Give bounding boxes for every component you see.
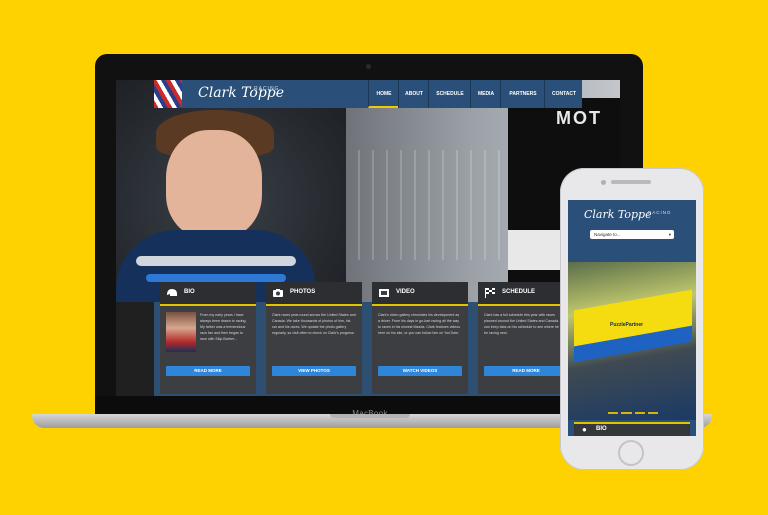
bio-driver-thumbnail: [166, 312, 196, 352]
card-title: SCHEDULE: [502, 289, 536, 295]
card-bio: BIO From my early years I have always be…: [160, 282, 256, 394]
driver-face: [166, 130, 262, 238]
card-text: Clark has a full schedule this year with…: [484, 313, 567, 335]
phone-camera: [601, 180, 606, 185]
car-sponsor-label: PuzzlePartner: [610, 322, 644, 328]
nav-about[interactable]: ABOUT: [398, 80, 429, 108]
slider-dot[interactable]: [608, 412, 619, 414]
chevron-down-icon: ▾: [668, 232, 671, 237]
watch-videos-button[interactable]: WATCH VIDEOS: [378, 366, 462, 376]
checkered-flag-icon: [484, 287, 496, 299]
card-text: Clark's video gallery chronicles his dev…: [378, 313, 461, 335]
nav-contact[interactable]: CONTACT: [544, 80, 583, 108]
mobile-card-bio: [574, 422, 690, 436]
video-icon: [378, 287, 390, 299]
card-text: From my early years I have always been d…: [200, 313, 247, 341]
card-title: VIDEO: [396, 289, 415, 295]
schedule-read-more-button[interactable]: READ MORE: [484, 366, 568, 376]
card-title: PHOTOS: [290, 289, 316, 295]
slider-dot[interactable]: [634, 412, 645, 414]
card-title: BIO: [184, 289, 195, 295]
flag-icon: [154, 80, 182, 108]
phone-screen: Clark Toppe RACING Navigate to... ▾ Puzz…: [568, 200, 696, 436]
mobile-logo-tag: RACING: [648, 210, 672, 215]
cards-left-gutter: [116, 302, 154, 396]
navigate-select-value: Navigate to...: [594, 232, 621, 237]
hero-fence: [316, 150, 536, 260]
camera-icon: [272, 287, 284, 299]
suit-stripe: [136, 256, 296, 266]
site-logo-tag: RACING: [254, 86, 280, 92]
hero-car-sign: MOT: [556, 108, 602, 128]
mobile-card-title: BIO: [596, 426, 607, 432]
card-video: VIDEO Clark's video gallery chronicles h…: [372, 282, 468, 394]
helmet-icon: ●: [582, 425, 587, 434]
nav-media[interactable]: MEDIA: [470, 80, 501, 108]
slider-indicators[interactable]: [608, 412, 658, 414]
suit-stripe-blue: [146, 274, 286, 282]
view-photos-button[interactable]: VIEW PHOTOS: [272, 366, 356, 376]
nav-schedule[interactable]: SCHEDULE: [428, 80, 471, 108]
card-photos: PHOTOS Clark races year-round across the…: [266, 282, 362, 394]
helmet-icon: [166, 287, 178, 299]
laptop-screen: MOT Clark Toppe RACING HOME ABOUT SCHEDU…: [116, 80, 620, 396]
laptop-notch: [330, 414, 410, 418]
nav-home[interactable]: HOME: [368, 80, 399, 108]
nav-partners[interactable]: PARTNERS: [500, 80, 545, 108]
laptop-camera: [366, 64, 371, 69]
phone-home-button[interactable]: [618, 440, 644, 466]
slider-dot[interactable]: [647, 412, 658, 414]
slider-dot[interactable]: [621, 412, 632, 414]
phone-speaker: [611, 180, 651, 184]
card-text: Clark races year-round across the United…: [272, 313, 356, 335]
mobile-logo[interactable]: Clark Toppe: [584, 208, 652, 221]
mobile-navigate-select[interactable]: Navigate to... ▾: [590, 230, 674, 239]
bio-read-more-button[interactable]: READ MORE: [166, 366, 250, 376]
